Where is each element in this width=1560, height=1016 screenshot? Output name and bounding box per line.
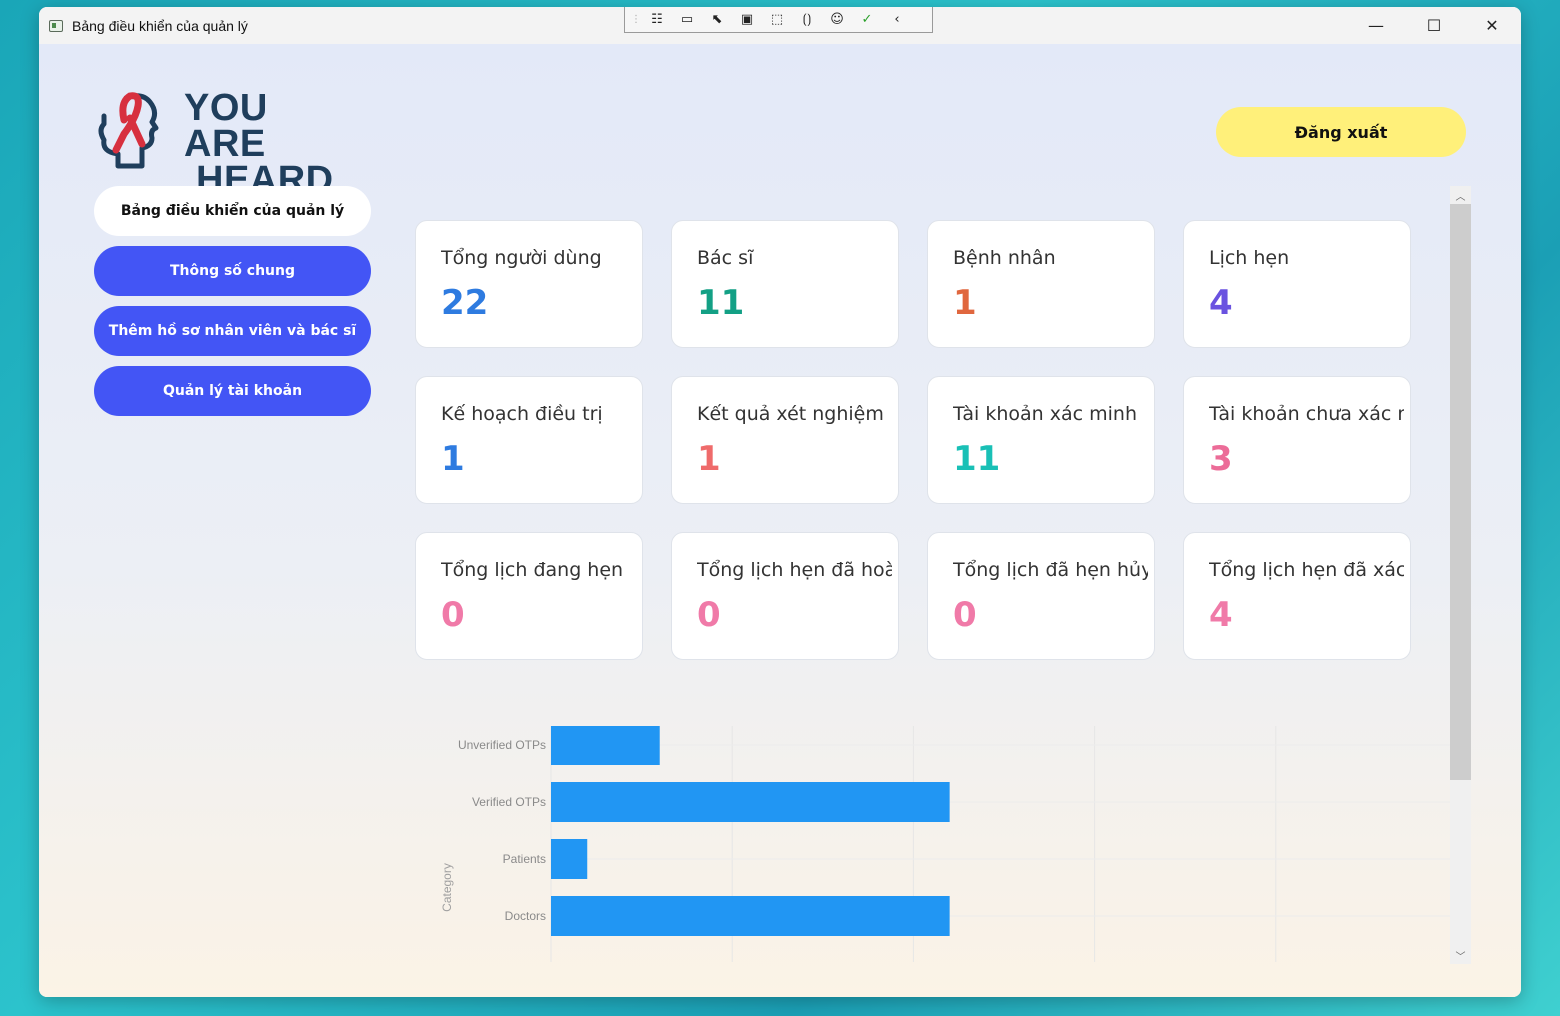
close-button[interactable]: ✕ <box>1463 7 1521 44</box>
nav-account-management[interactable]: Quản lý tài khoản <box>94 366 371 416</box>
dashboard-scroll-area[interactable]: Tổng người dùng 22 Bác sĩ 11 Bệnh nhân 1… <box>415 186 1473 964</box>
scroll-thumb[interactable] <box>1450 204 1471 780</box>
stat-value: 0 <box>953 595 977 635</box>
stat-label: Tổng lịch hẹn đã xác nhận <box>1209 559 1404 581</box>
main-content: YOU ARE HEARD Bảng điều khiển của quản l… <box>39 44 1521 997</box>
live-visual-tree-icon[interactable]: ☷ <box>645 10 669 30</box>
select-element-icon[interactable]: ⬉ <box>705 10 729 30</box>
window-controls: — ☐ ✕ <box>1347 7 1521 44</box>
stat-label: Tài khoản chưa xác minh <box>1209 403 1404 425</box>
stat-value: 1 <box>697 439 721 479</box>
stat-card-doctors: Bác sĩ 11 <box>671 220 899 348</box>
title-bar[interactable]: Bảng điều khiển của quản lý ⋮ ☷ ▭ ⬉ ▣ ⬚ … <box>39 7 1521 44</box>
stat-value: 3 <box>1209 439 1233 479</box>
stat-label: Bệnh nhân <box>953 247 1056 269</box>
category-bar-chart: Unverified OTPs Verified OTPs Patients Doct… <box>440 726 1458 962</box>
record-icon[interactable]: ▭ <box>675 10 699 30</box>
stat-label: Lịch hẹn <box>1209 247 1290 269</box>
stat-card-total-users: Tổng người dùng 22 <box>415 220 643 348</box>
app-icon <box>49 19 63 32</box>
stat-value: 1 <box>953 283 977 323</box>
stat-value: 0 <box>697 595 721 635</box>
collapse-icon[interactable]: ‹ <box>885 10 909 30</box>
stat-label: Tổng lịch đã hẹn hủy <box>953 559 1148 581</box>
track-focus-icon[interactable]: ⬚ <box>765 10 789 30</box>
stat-value: 11 <box>697 283 745 323</box>
stat-value: 11 <box>953 439 1001 479</box>
maximize-button[interactable]: ☐ <box>1405 7 1463 44</box>
category-tick-label: Doctors <box>505 909 546 923</box>
check-icon[interactable]: ✓ <box>855 10 879 30</box>
grip-icon[interactable]: ⋮ <box>631 10 641 30</box>
stat-label: Tổng lịch hẹn đã hoàn thành <box>697 559 892 581</box>
bar <box>551 839 588 879</box>
debug-toolbar: ⋮ ☷ ▭ ⬉ ▣ ⬚ ⟮⟯ ☺ ✓ ‹ <box>624 7 933 33</box>
logo-line1: YOU ARE <box>184 87 268 165</box>
stat-label: Bác sĩ <box>697 247 754 269</box>
bar <box>551 782 950 822</box>
bar <box>551 726 660 765</box>
accessibility-icon[interactable]: ☺ <box>825 10 849 30</box>
bar <box>551 896 950 936</box>
window-title: Bảng điều khiển của quản lý <box>72 17 248 34</box>
binding-failures-icon[interactable]: ⟮⟯ <box>795 10 819 30</box>
category-tick-label: Patients <box>503 852 546 866</box>
stat-value: 4 <box>1209 283 1233 323</box>
stat-label: Kết quả xét nghiệm <box>697 403 884 425</box>
stat-label: Kế hoạch điều trị <box>441 403 603 425</box>
scroll-up-icon[interactable]: ︿ <box>1450 186 1471 204</box>
ribbon-head-icon <box>98 92 159 169</box>
logo: YOU ARE HEARD <box>94 89 354 199</box>
y-axis-title: Category <box>440 863 454 912</box>
app-window: Bảng điều khiển của quản lý ⋮ ☷ ▭ ⬉ ▣ ⬚ … <box>39 7 1521 997</box>
stat-card-completed-appointments: Tổng lịch hẹn đã hoàn thành 0 <box>671 532 899 660</box>
stat-label: Tài khoản xác minh <box>953 403 1137 425</box>
category-tick-label: Unverified OTPs <box>458 738 546 752</box>
stat-value: 0 <box>441 595 465 635</box>
stat-label: Tổng lịch đang hẹn <box>441 559 624 581</box>
stat-label: Tổng người dùng <box>441 247 602 269</box>
stat-card-unverified-accounts: Tài khoản chưa xác minh 3 <box>1183 376 1411 504</box>
stat-card-appointments: Lịch hẹn 4 <box>1183 220 1411 348</box>
stat-card-cancelled-appointments: Tổng lịch đã hẹn hủy 0 <box>927 532 1155 660</box>
logo-text: YOU ARE HEARD <box>184 87 354 199</box>
stat-value: 22 <box>441 283 489 323</box>
stat-card-pending-appointments: Tổng lịch đang hẹn 0 <box>415 532 643 660</box>
stat-card-patients: Bệnh nhân 1 <box>927 220 1155 348</box>
display-layout-adorners-icon[interactable]: ▣ <box>735 10 759 30</box>
nav-add-staff-doctor[interactable]: Thêm hồ sơ nhân viên và bác sĩ <box>94 306 371 356</box>
stat-card-verified-accounts: Tài khoản xác minh 11 <box>927 376 1155 504</box>
stat-card-confirmed-appointments: Tổng lịch hẹn đã xác nhận 4 <box>1183 532 1411 660</box>
minimize-button[interactable]: — <box>1347 7 1405 44</box>
vertical-scrollbar[interactable]: ︿ ﹀ <box>1450 186 1471 964</box>
stat-value: 4 <box>1209 595 1233 635</box>
nav-admin-dashboard[interactable]: Bảng điều khiển của quản lý <box>94 186 371 236</box>
stat-value: 1 <box>441 439 465 479</box>
scroll-down-icon[interactable]: ﹀ <box>1450 946 1471 964</box>
stat-card-treatment-plans: Kế hoạch điều trị 1 <box>415 376 643 504</box>
nav-general-stats[interactable]: Thông số chung <box>94 246 371 296</box>
stat-card-test-results: Kết quả xét nghiệm 1 <box>671 376 899 504</box>
logout-button[interactable]: Đăng xuất <box>1216 107 1466 157</box>
category-tick-label: Verified OTPs <box>472 795 546 809</box>
